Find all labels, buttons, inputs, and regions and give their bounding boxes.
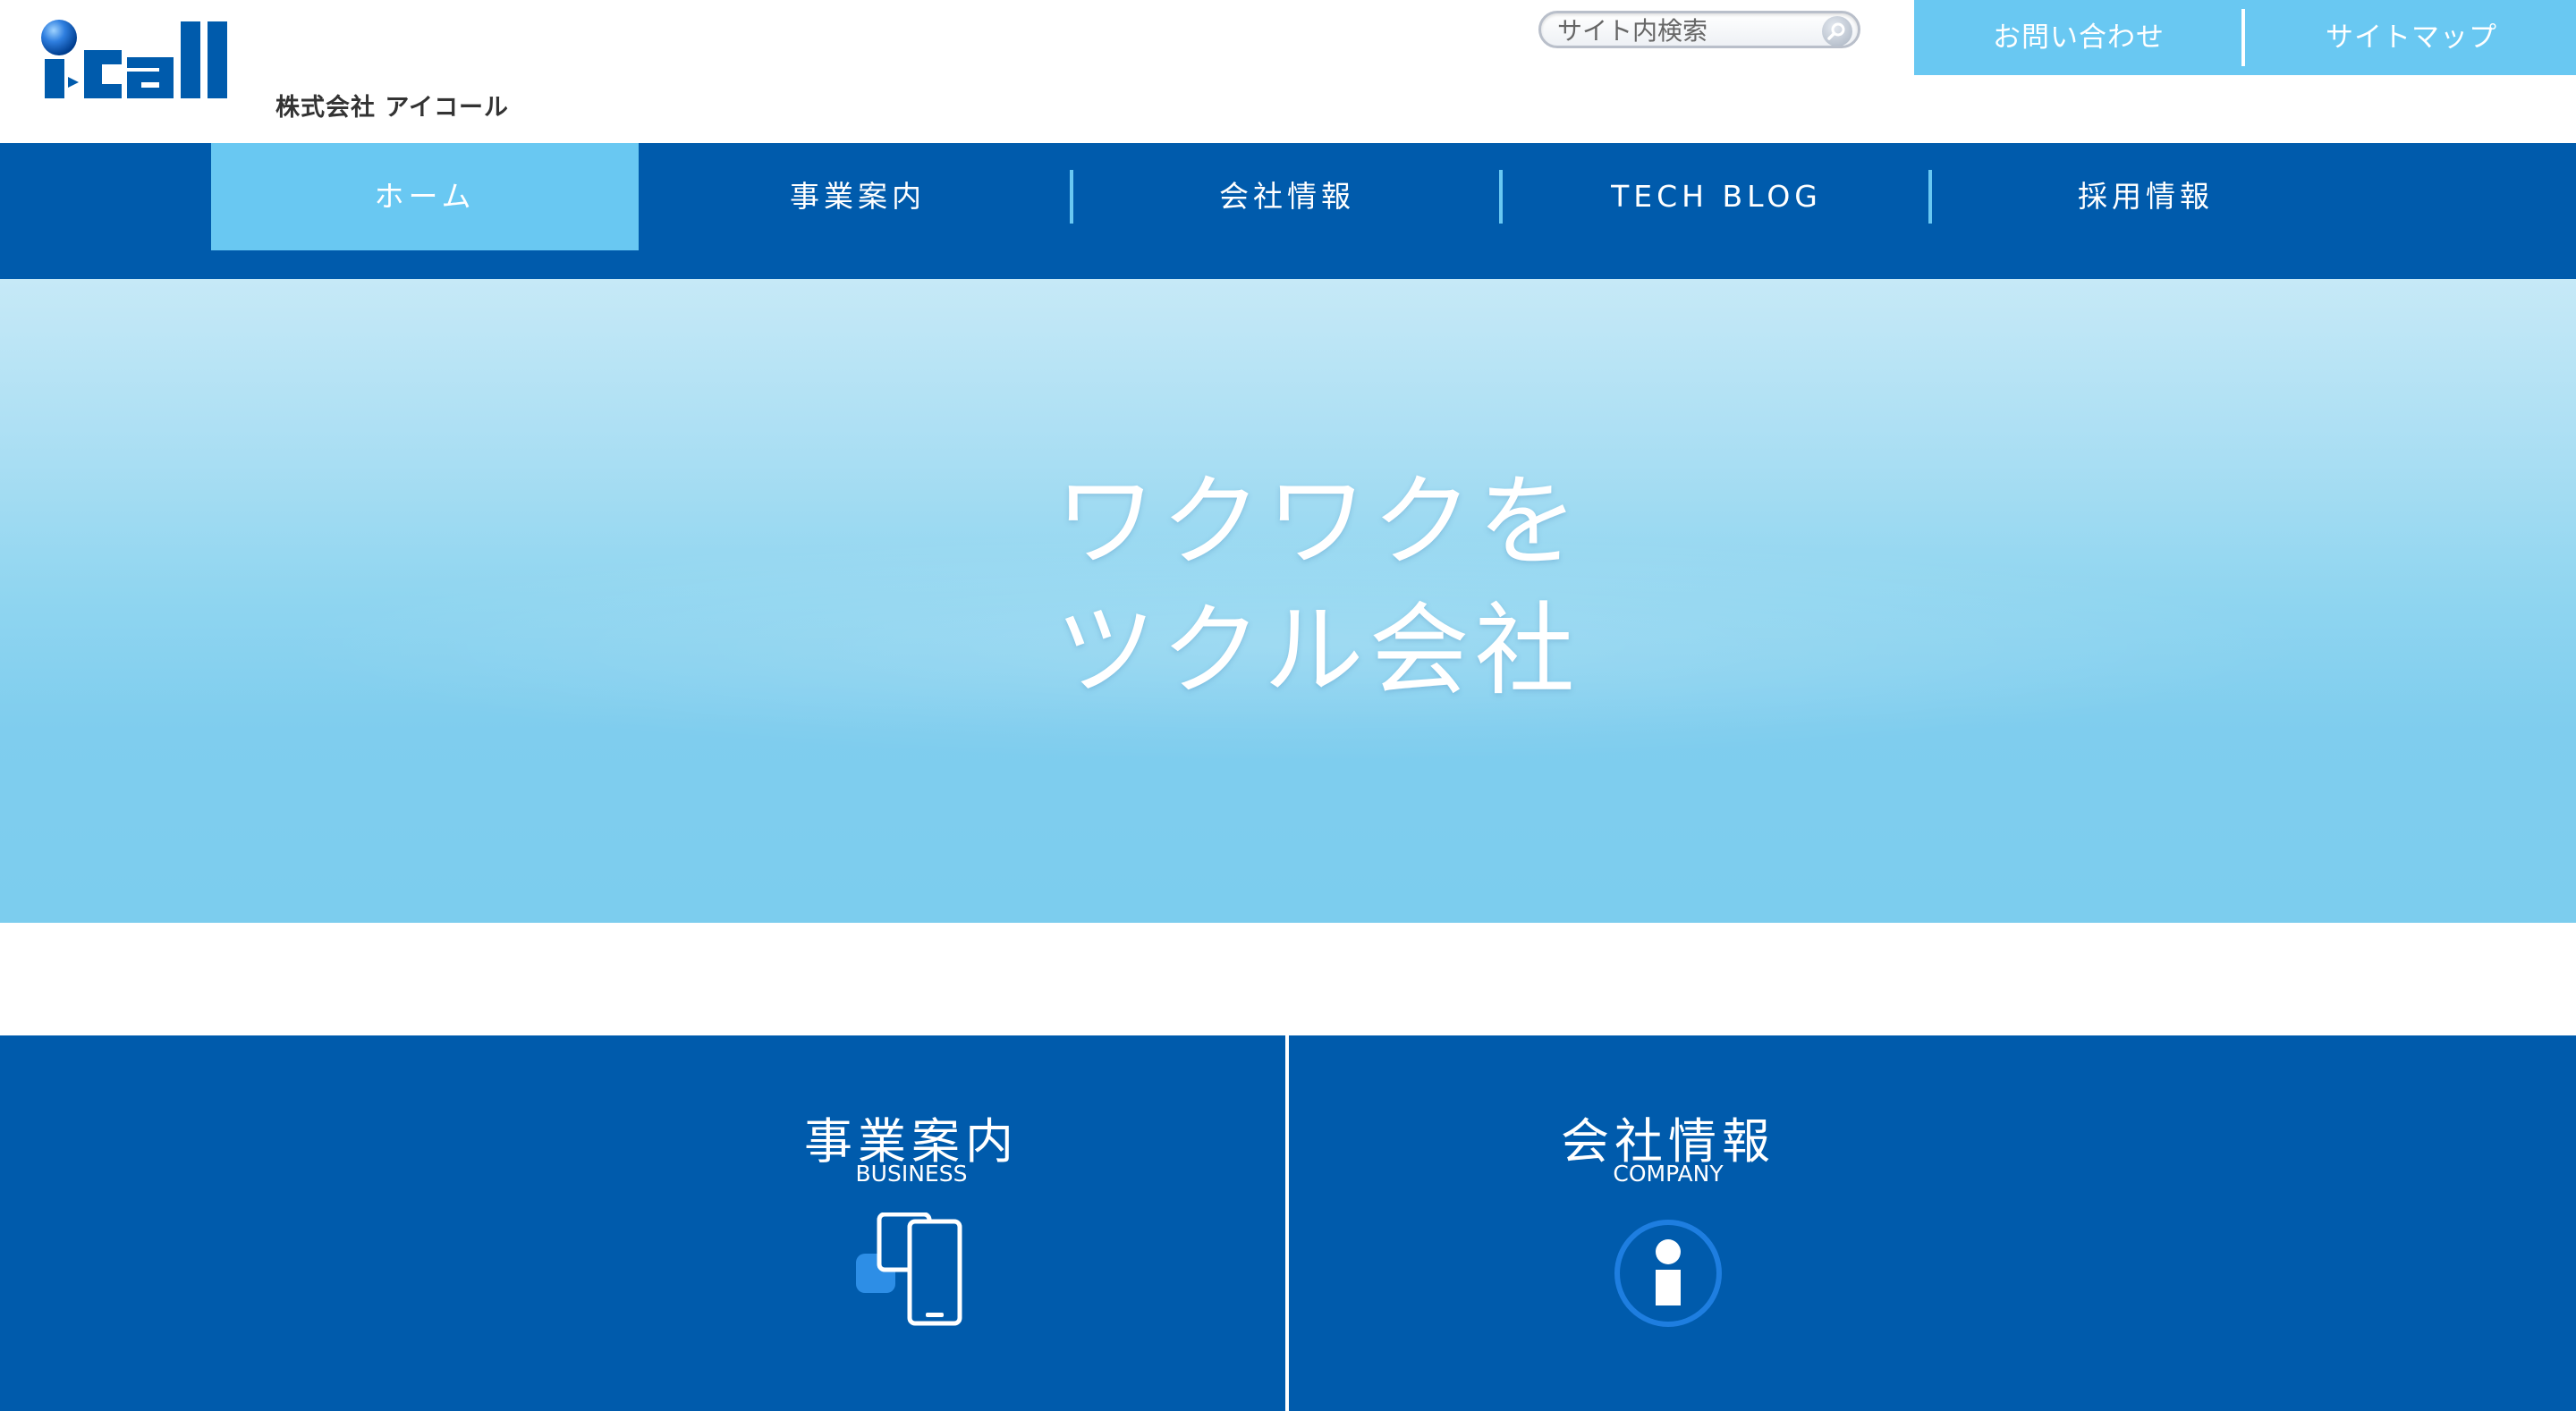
hero-catchcopy: ワクワクを ツクル会社 [1055,458,1583,715]
search-input[interactable] [1557,15,1799,46]
search-icon [1827,22,1845,40]
nav-item-recruit[interactable]: 採用情報 [1932,143,2360,250]
company-panel[interactable]: 会社情報 COMPANY [1289,1035,2576,1411]
i-call-logo-icon [41,20,227,98]
company-panel-subtitle: COMPANY [1613,1161,1724,1187]
site-logo[interactable]: 株式会社 アイコール [39,18,508,122]
nav-item-business[interactable]: 事業案内 [644,143,1072,250]
business-panel[interactable]: 事業案内 BUSINESS [0,1035,1285,1411]
utility-nav-divider [2241,9,2245,66]
utility-nav: お問い合わせ サイトマップ [1914,0,2576,75]
info-icon [1614,1220,1722,1327]
global-nav: ホーム 事業案内 会社情報 TECH BLOG 採用情報 [0,143,2576,279]
business-panel-subtitle: BUSINESS [855,1161,968,1187]
devices-icon [856,1212,962,1326]
hero-banner: ワクワクを ツクル会社 [0,279,2576,923]
contact-link[interactable]: お問い合わせ [1914,0,2243,75]
site-header: 株式会社 アイコール お問い合わせ サイトマップ [0,0,2576,143]
nav-item-tech-blog[interactable]: TECH BLOG [1503,143,1930,250]
search-button[interactable] [1822,16,1852,46]
company-name: 株式会社 アイコール [275,94,510,122]
feature-panels: 事業案内 BUSINESS 会社情報 COMPANY [0,1035,2576,1411]
sitemap-link[interactable]: サイトマップ [2247,0,2576,75]
hero-line-2: ツクル会社 [1055,593,1580,709]
site-search [1538,11,1860,48]
nav-item-company[interactable]: 会社情報 [1073,143,1501,250]
nav-item-home[interactable]: ホーム [211,143,639,250]
hero-line-1: ワクワクを [1055,464,1583,580]
